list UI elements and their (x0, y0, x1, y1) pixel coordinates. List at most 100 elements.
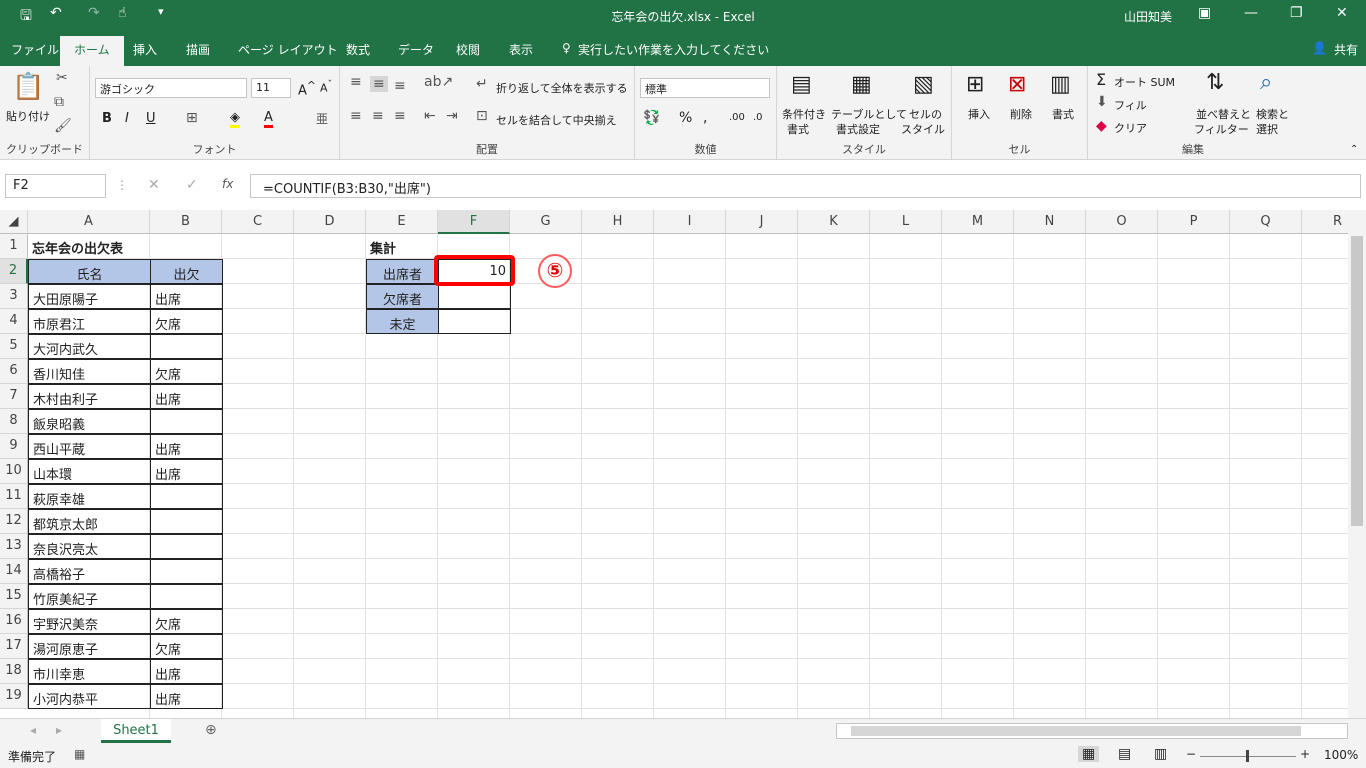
shrink-font-icon[interactable]: Aˇ (320, 79, 332, 95)
header-name-cell[interactable]: 氏名 (28, 259, 151, 284)
row-header-18[interactable]: 18 (0, 659, 28, 684)
name-cell[interactable]: 大河内武久 (28, 334, 151, 359)
column-header-d[interactable]: D (294, 210, 366, 234)
cut-icon[interactable]: ✂ (56, 70, 68, 86)
column-header-f[interactable]: F (438, 210, 510, 234)
row-header-7[interactable]: 7 (0, 384, 28, 409)
bold-icon[interactable]: B (102, 111, 112, 126)
summary-label-cell[interactable]: 欠席者 (366, 284, 439, 309)
name-cell[interactable]: 奈良沢亮太 (28, 534, 151, 559)
name-cell[interactable]: 都筑京太郎 (28, 509, 151, 534)
conditional-format-line1[interactable]: 条件付き (782, 106, 826, 122)
row-header-16[interactable]: 16 (0, 609, 28, 634)
insert-function-icon[interactable]: fx (222, 177, 233, 191)
font-size-dropdown[interactable]: 11 (251, 78, 291, 98)
column-header-j[interactable]: J (726, 210, 798, 234)
align-top-icon[interactable]: ≡ (350, 74, 362, 90)
column-header-e[interactable]: E (366, 210, 438, 234)
attendance-cell[interactable]: 欠席 (150, 609, 223, 634)
prev-sheet-icon[interactable]: ◂ (30, 723, 36, 737)
find-select-line2[interactable]: 選択 (1256, 121, 1278, 137)
align-middle-icon[interactable]: ≡ (370, 76, 388, 92)
name-cell[interactable]: 市原君江 (28, 309, 151, 334)
cell-styles-line2[interactable]: スタイル (901, 121, 945, 137)
sheet-tab-sheet1[interactable]: Sheet1 (101, 719, 171, 743)
close-icon[interactable]: ✕ (1336, 5, 1348, 21)
accounting-icon[interactable]: 💱 (643, 110, 660, 126)
wrap-text-icon[interactable]: ↵ (476, 76, 488, 92)
column-header-o[interactable]: O (1086, 210, 1158, 234)
sort-filter-icon[interactable]: ⇅ (1206, 70, 1224, 95)
column-header-p[interactable]: P (1158, 210, 1230, 234)
column-header-m[interactable]: M (942, 210, 1014, 234)
format-as-table-line1[interactable]: テーブルとして (831, 106, 907, 122)
orientation-icon[interactable]: ab↗ (424, 74, 453, 90)
tab-page-layout[interactable]: ページ レイアウト (238, 41, 338, 58)
attendance-cell[interactable] (150, 534, 223, 559)
border-icon[interactable]: ⊞ (186, 110, 198, 126)
new-sheet-icon[interactable]: ⊕ (205, 722, 217, 738)
attendance-cell[interactable] (150, 559, 223, 584)
decrease-decimal-icon[interactable]: .0 (753, 112, 763, 123)
confirm-entry-icon[interactable]: ✓ (186, 177, 198, 193)
row-header-9[interactable]: 9 (0, 434, 28, 459)
attendance-cell[interactable]: 欠席 (150, 634, 223, 659)
grow-font-icon[interactable]: A^ (298, 79, 316, 98)
row-header-6[interactable]: 6 (0, 359, 28, 384)
zoom-in-icon[interactable]: + (1300, 747, 1310, 761)
autosum-button[interactable]: オート SUM (1114, 74, 1175, 90)
row-header-15[interactable]: 15 (0, 584, 28, 609)
name-cell[interactable]: 香川知佳 (28, 359, 151, 384)
share-button[interactable]: 共有 (1334, 41, 1358, 58)
cell-styles-icon[interactable]: ▧ (913, 72, 934, 97)
name-cell[interactable]: 竹原美紀子 (28, 584, 151, 609)
tab-insert[interactable]: 挿入 (133, 41, 157, 58)
collapse-ribbon-icon[interactable]: ⌃ (1350, 144, 1358, 155)
insert-cells-button[interactable]: 挿入 (968, 106, 990, 122)
column-header-q[interactable]: Q (1230, 210, 1302, 234)
row-header-4[interactable]: 4 (0, 309, 28, 334)
tell-me-search[interactable]: 実行したい作業を入力してください (578, 41, 769, 58)
comma-icon[interactable]: , (703, 110, 707, 126)
row-header-11[interactable]: 11 (0, 484, 28, 509)
tell-me-icon[interactable]: ♀ (562, 41, 571, 55)
summary-title-cell[interactable]: 集計 (366, 234, 439, 259)
tab-data[interactable]: データ (398, 41, 434, 58)
row-header-5[interactable]: 5 (0, 334, 28, 359)
sort-filter-line1[interactable]: 並べ替えと (1196, 106, 1251, 122)
find-select-icon[interactable]: ⌕ (1260, 70, 1272, 95)
delete-cells-icon[interactable]: ⊠ (1008, 72, 1026, 97)
cell-styles-line1[interactable]: セルの (909, 106, 942, 122)
name-cell[interactable]: 湯河原恵子 (28, 634, 151, 659)
column-header-n[interactable]: N (1014, 210, 1086, 234)
column-header-l[interactable]: L (870, 210, 942, 234)
copy-icon[interactable]: ⧉ (54, 94, 64, 110)
column-header-h[interactable]: H (582, 210, 654, 234)
paste-button[interactable]: 貼り付け (6, 108, 50, 124)
summary-label-cell[interactable]: 未定 (366, 309, 439, 334)
increase-indent-icon[interactable]: ⇥ (446, 108, 458, 124)
row-header-17[interactable]: 17 (0, 634, 28, 659)
name-cell[interactable]: 飯泉昭義 (28, 409, 151, 434)
attendance-cell[interactable] (150, 409, 223, 434)
name-cell[interactable]: 山本環 (28, 459, 151, 484)
format-cells-button[interactable]: 書式 (1052, 106, 1074, 122)
next-sheet-icon[interactable]: ▸ (56, 723, 62, 737)
paste-icon[interactable]: 📋 (12, 72, 44, 102)
name-cell[interactable]: 萩原幸雄 (28, 484, 151, 509)
format-as-table-icon[interactable]: ▦ (851, 72, 872, 97)
align-left-icon[interactable]: ≡ (350, 108, 362, 124)
horizontal-scroll-thumb[interactable] (851, 726, 1301, 736)
font-color-icon[interactable]: A (264, 110, 273, 128)
conditional-format-line2[interactable]: 書式 (787, 121, 809, 137)
tab-draw[interactable]: 描画 (186, 41, 210, 58)
align-bottom-icon[interactable]: ≡ (394, 78, 406, 94)
select-all-corner[interactable]: ◢ (0, 210, 28, 234)
fill-color-icon[interactable]: ◈ (230, 110, 240, 128)
name-cell[interactable]: 市川幸恵 (28, 659, 151, 684)
tab-file[interactable]: ファイル (11, 41, 59, 58)
attendance-cell[interactable]: 出席 (150, 684, 223, 709)
tab-home[interactable]: ホーム (60, 36, 124, 66)
zoom-level[interactable]: 100% (1324, 748, 1358, 762)
clear-icon[interactable]: ◆ (1096, 118, 1107, 134)
